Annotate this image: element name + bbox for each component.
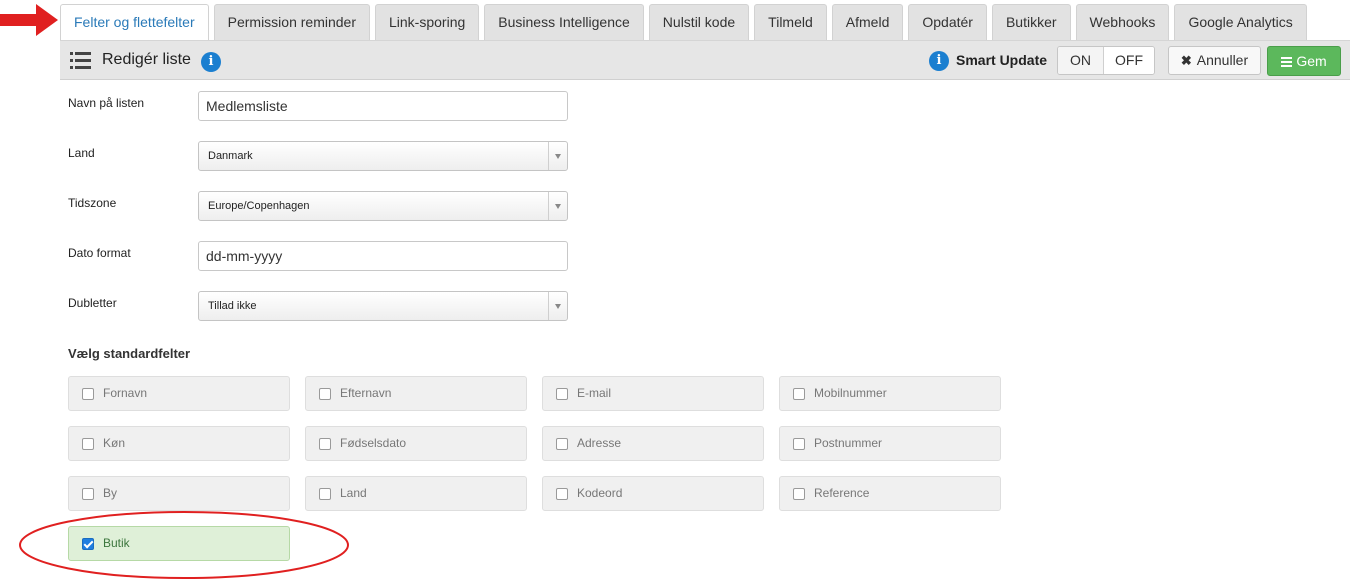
field-label: E-mail — [577, 386, 612, 400]
checkbox[interactable] — [793, 388, 805, 400]
field-checkbox-postnummer[interactable]: Postnummer — [779, 426, 1001, 461]
smart-update-info-icon[interactable]: i — [929, 51, 949, 71]
smart-update-toggle: ON OFF — [1057, 46, 1155, 75]
chevron-down-icon — [548, 292, 567, 320]
checkbox[interactable] — [556, 388, 568, 400]
checkbox[interactable] — [319, 488, 331, 500]
red-arrow-icon — [0, 4, 58, 36]
list-icon — [70, 52, 91, 69]
country-label: Land — [68, 146, 95, 160]
country-select-value: Danmark — [208, 150, 253, 162]
cancel-button-label: Annuller — [1196, 52, 1249, 68]
field-checkbox-mobilnummer[interactable]: Mobilnummer — [779, 376, 1001, 411]
duplicates-select-value: Tillad ikke — [208, 300, 257, 312]
tab-link-sporing[interactable]: Link-sporing — [375, 4, 480, 40]
field-label: Land — [340, 486, 367, 500]
field-checkbox-adresse[interactable]: Adresse — [542, 426, 764, 461]
duplicates-select[interactable]: Tillad ikke — [198, 291, 568, 321]
field-label: Mobilnummer — [814, 386, 887, 400]
field-checkbox-fornavn[interactable]: Fornavn — [68, 376, 290, 411]
checkbox[interactable] — [793, 438, 805, 450]
timezone-select[interactable]: Europe/Copenhagen — [198, 191, 568, 221]
cancel-button[interactable]: ✖ Annuller — [1168, 46, 1261, 75]
date-format-label: Dato format — [68, 246, 131, 260]
checkbox[interactable] — [319, 438, 331, 450]
checkbox[interactable] — [793, 488, 805, 500]
field-checkbox-kon[interactable]: Køn — [68, 426, 290, 461]
page-title: Redigér liste — [102, 51, 191, 68]
tab-nulstil-kode[interactable]: Nulstil kode — [648, 4, 750, 40]
tab-business-intelligence[interactable]: Business Intelligence — [484, 4, 644, 40]
info-icon[interactable]: i — [201, 52, 221, 72]
date-format-input[interactable]: dd-mm-yyyy — [198, 241, 568, 271]
duplicates-label: Dubletter — [68, 296, 117, 310]
tab-tilmeld[interactable]: Tilmeld — [754, 4, 827, 40]
tab-opdater[interactable]: Opdatér — [908, 4, 987, 40]
field-label: Køn — [103, 436, 126, 450]
toolbar: Redigér liste i i Smart Update ON OFF ✖ A… — [60, 40, 1350, 80]
country-select[interactable]: Danmark — [198, 141, 568, 171]
highlight-ellipse-icon — [19, 511, 349, 579]
tab-bar: Felter og flettefelter Permission remind… — [60, 4, 1307, 40]
standard-fields-title: Vælg standardfelter — [68, 346, 191, 361]
field-checkbox-efternavn[interactable]: Efternavn — [305, 376, 527, 411]
field-label: By — [103, 486, 118, 500]
tab-google-analytics[interactable]: Google Analytics — [1174, 4, 1307, 40]
page: Felter og flettefelter Permission remind… — [0, 0, 1350, 587]
checkbox[interactable] — [319, 388, 331, 400]
smart-update-label: Smart Update — [956, 52, 1048, 68]
field-checkbox-kodeord[interactable]: Kodeord — [542, 476, 764, 511]
smart-update-off-button[interactable]: OFF — [1104, 47, 1154, 74]
list-name-input[interactable]: Medlemsliste — [198, 91, 568, 121]
field-checkbox-e-mail[interactable]: E-mail — [542, 376, 764, 411]
field-label: Efternavn — [340, 386, 392, 400]
field-label: Adresse — [577, 436, 622, 450]
tab-felter-og-flettefelter[interactable]: Felter og flettefelter — [60, 4, 209, 40]
chevron-down-icon — [548, 192, 567, 220]
field-checkbox-land[interactable]: Land — [305, 476, 527, 511]
list-name-label: Navn på listen — [68, 96, 145, 110]
field-label: Postnummer — [814, 436, 883, 450]
tab-webhooks[interactable]: Webhooks — [1075, 4, 1170, 40]
save-list-icon — [1281, 57, 1293, 67]
field-label: Kodeord — [577, 486, 623, 500]
checkbox[interactable] — [82, 438, 94, 450]
close-icon: ✖ — [1180, 53, 1192, 68]
tab-afmeld[interactable]: Afmeld — [831, 4, 904, 40]
timezone-label: Tidszone — [68, 196, 117, 210]
field-label: Fornavn — [103, 386, 148, 400]
checkbox[interactable] — [82, 388, 94, 400]
field-label: Fødselsdato — [340, 436, 407, 450]
checkbox[interactable] — [82, 488, 94, 500]
field-checkbox-reference[interactable]: Reference — [779, 476, 1001, 511]
field-label: Reference — [814, 486, 870, 500]
tab-permission-reminder[interactable]: Permission reminder — [213, 4, 370, 40]
field-checkbox-by[interactable]: By — [68, 476, 290, 511]
checkbox[interactable] — [556, 488, 568, 500]
checkbox[interactable] — [556, 438, 568, 450]
chevron-down-icon — [548, 142, 567, 170]
save-button-label: Gem — [1296, 53, 1327, 69]
timezone-select-value: Europe/Copenhagen — [208, 200, 310, 212]
field-checkbox-fodselsdato[interactable]: Fødselsdato — [305, 426, 527, 461]
save-button[interactable]: Gem — [1267, 46, 1341, 76]
tab-butikker[interactable]: Butikker — [991, 4, 1071, 40]
smart-update-on-button[interactable]: ON — [1058, 47, 1104, 74]
